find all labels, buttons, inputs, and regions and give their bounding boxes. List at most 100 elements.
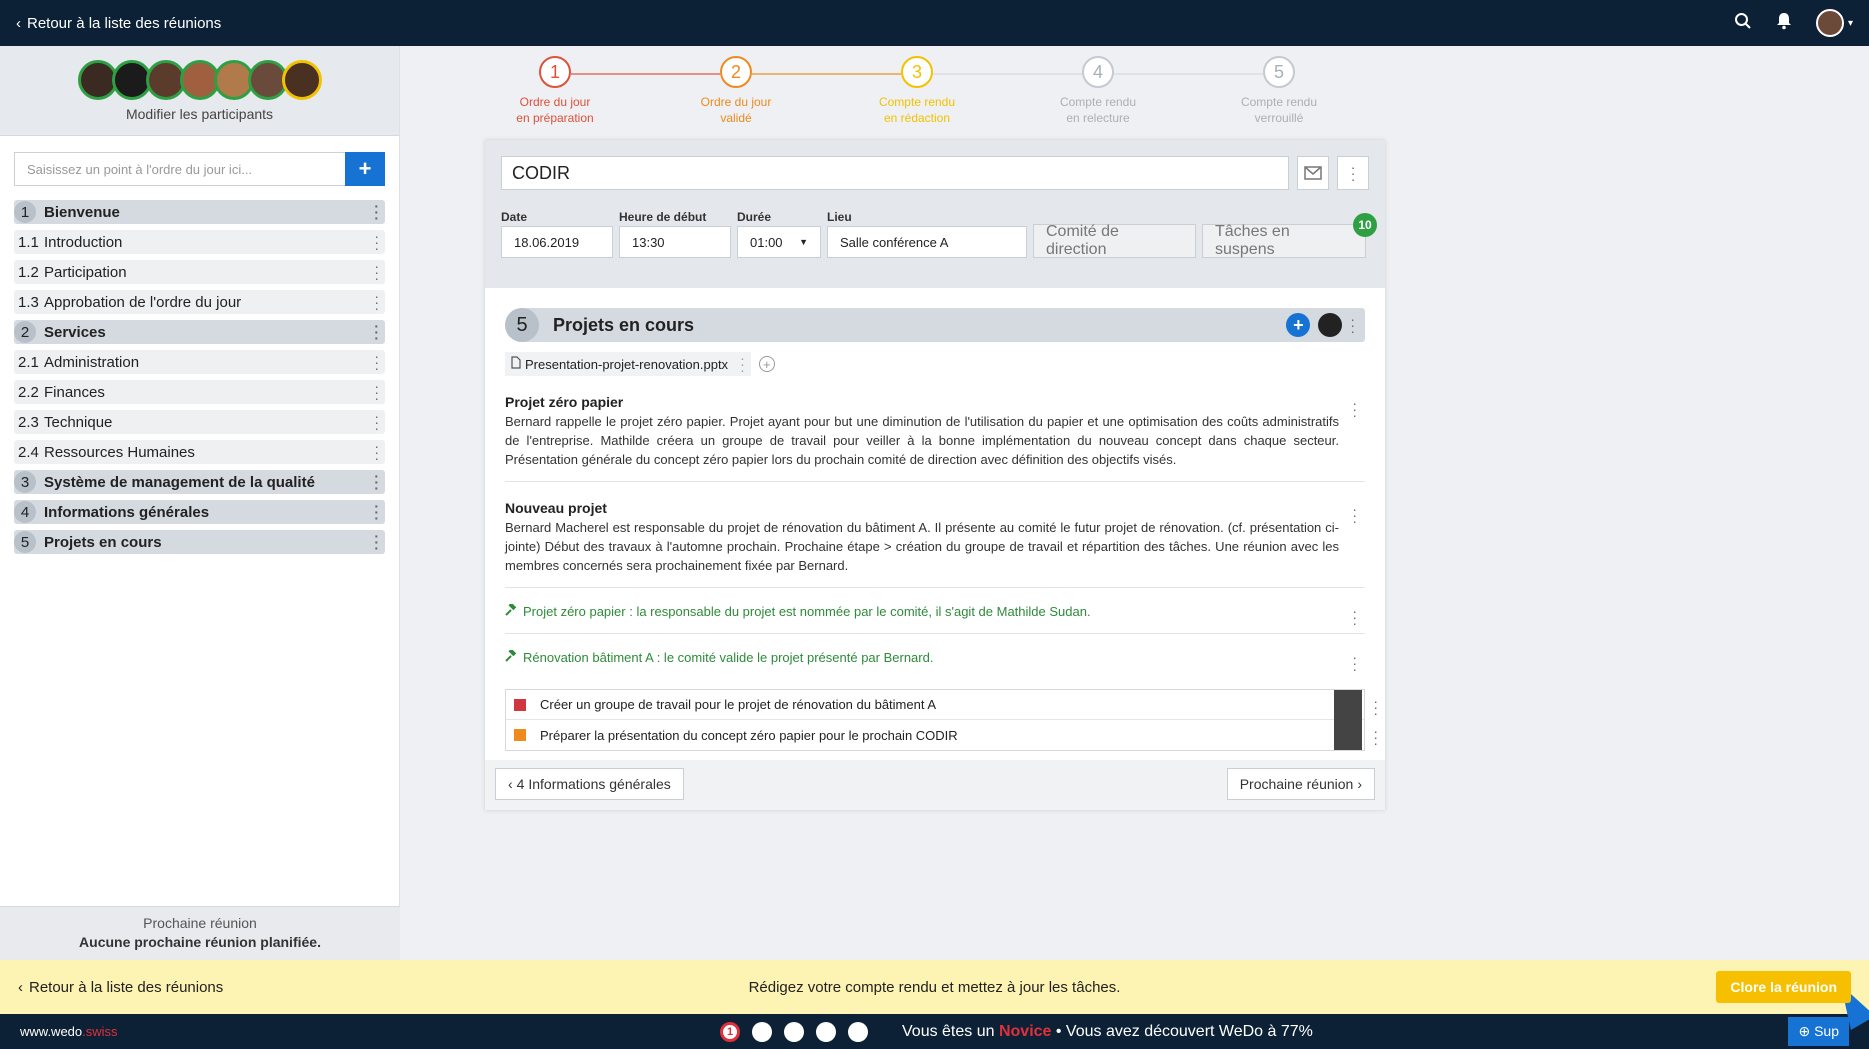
- note-block[interactable]: Projet zéro papier Bernard rappelle le pr…: [505, 394, 1365, 482]
- step-label-line1: Ordre du jour: [700, 95, 772, 109]
- bell-icon[interactable]: [1776, 12, 1792, 35]
- agenda-item-input[interactable]: [14, 152, 345, 186]
- task-status-icon[interactable]: [514, 729, 526, 741]
- progress-step-5[interactable]: [848, 1021, 868, 1042]
- step-number: 4: [1082, 56, 1114, 88]
- vertical-dots-icon[interactable]: · · ·: [1352, 650, 1357, 676]
- agenda-list: 1 Bienvenue · · · 1.1 Introduction · · · 1.2 Partic…: [0, 199, 399, 555]
- participants-panel[interactable]: Modifier les participants: [0, 46, 399, 136]
- stepper-step[interactable]: 2 Ordre du jour validé: [666, 56, 806, 126]
- top-navbar: ‹ Retour à la liste des réunions ▾: [0, 0, 1869, 46]
- add-agenda-item-button[interactable]: +: [345, 152, 385, 186]
- avatar: [281, 59, 322, 100]
- lifebuoy-icon: ⊕: [1798, 1023, 1815, 1039]
- agenda-item-number: 1: [14, 201, 36, 223]
- agenda-item[interactable]: 1.3 Approbation de l'ordre du jour · · ·: [14, 289, 385, 315]
- vertical-dots-icon[interactable]: · · ·: [1373, 724, 1378, 750]
- vertical-dots-icon[interactable]: · · ·: [374, 529, 379, 555]
- more-options-button[interactable]: · · ·: [1337, 156, 1369, 190]
- vertical-dots-icon[interactable]: · · ·: [374, 409, 379, 435]
- close-meeting-button[interactable]: Clore la réunion: [1716, 971, 1851, 1003]
- progress-step-1[interactable]: 1: [720, 1021, 740, 1042]
- stepper-step[interactable]: 1 Ordre du jour en préparation: [485, 56, 625, 126]
- attachment-file[interactable]: Presentation-projet-renovation.pptx · · ·: [505, 351, 751, 377]
- search-icon[interactable]: [1734, 12, 1752, 35]
- vertical-dots-icon[interactable]: · · ·: [1352, 502, 1357, 528]
- progress-info: 1 Vous êtes un Novice • Vous avez découv…: [720, 1021, 1313, 1042]
- decision-item[interactable]: Projet zéro papier : la responsable du p…: [505, 602, 1365, 634]
- agenda-item[interactable]: 2.4 Ressources Humaines · · ·: [14, 439, 385, 465]
- caret-down-icon: ▼: [799, 237, 808, 247]
- duration-field: Durée 01:00 ▼: [737, 210, 821, 258]
- vertical-dots-icon[interactable]: · · ·: [1352, 604, 1357, 630]
- vertical-dots-icon[interactable]: · · ·: [374, 289, 379, 315]
- agenda-item[interactable]: 2.2 Finances · · ·: [14, 379, 385, 405]
- support-button[interactable]: ⊕ Sup: [1788, 1017, 1849, 1046]
- agenda-item[interactable]: 1 Bienvenue · · ·: [14, 199, 385, 225]
- avatar[interactable]: [1318, 313, 1343, 337]
- place-input[interactable]: Salle conférence A: [827, 226, 1027, 258]
- agenda-item[interactable]: 2.1 Administration · · ·: [14, 349, 385, 375]
- meeting-title-field[interactable]: CODIR: [501, 156, 1290, 190]
- agenda-item[interactable]: 4 Informations générales · · ·: [14, 499, 385, 525]
- add-attachment-icon[interactable]: +: [758, 356, 775, 372]
- card-footer: ‹ 4 Informations générales Prochaine réu…: [485, 760, 1385, 810]
- group-button[interactable]: Comité de direction: [1033, 223, 1196, 258]
- back-to-meetings-link[interactable]: ‹ Retour à la liste des réunions: [16, 15, 221, 32]
- agenda-item[interactable]: 5 Projets en cours · · ·: [14, 529, 385, 555]
- agenda-item[interactable]: 1.1 Introduction · · ·: [14, 229, 385, 255]
- vertical-dots-icon[interactable]: · · ·: [374, 469, 379, 495]
- vertical-dots-icon[interactable]: · · ·: [374, 259, 379, 285]
- avatar[interactable]: [1334, 720, 1362, 750]
- vertical-dots-icon[interactable]: · · ·: [374, 319, 379, 345]
- step-number: 2: [720, 56, 752, 88]
- vertical-dots-icon[interactable]: · · ·: [374, 229, 379, 255]
- duration-select[interactable]: 01:00 ▼: [737, 226, 821, 258]
- date-field: Date 18.06.2019: [501, 210, 613, 258]
- task-row[interactable]: Préparer la présentation du concept zéro…: [506, 720, 1378, 750]
- email-icon[interactable]: [1297, 156, 1330, 190]
- avatar[interactable]: [1334, 690, 1362, 720]
- chevron-left-icon: ‹: [18, 978, 23, 996]
- task-row[interactable]: Créer un groupe de travail pour le proje…: [506, 690, 1378, 720]
- stepper-step[interactable]: 5 Compte rendu verrouillé: [1209, 56, 1349, 126]
- vertical-dots-icon[interactable]: · · ·: [1373, 694, 1378, 720]
- agenda-item[interactable]: 3 Système de management de la qualité · · ·: [14, 469, 385, 495]
- vertical-dots-icon[interactable]: · · ·: [374, 199, 379, 225]
- stepper-step[interactable]: 4 Compte rendu en relecture: [1028, 56, 1168, 126]
- agenda-item[interactable]: 2 Services · · ·: [14, 319, 385, 345]
- date-input[interactable]: 18.06.2019: [501, 226, 613, 258]
- vertical-dots-icon[interactable]: · · ·: [374, 499, 379, 525]
- vertical-dots-icon[interactable]: · · ·: [374, 379, 379, 405]
- note-block[interactable]: Nouveau projet Bernard Macherel est respo…: [505, 500, 1365, 588]
- agenda-item[interactable]: 2.3 Technique · · ·: [14, 409, 385, 435]
- vertical-dots-icon[interactable]: · · ·: [1352, 396, 1357, 422]
- user-menu[interactable]: ▾: [1815, 9, 1853, 37]
- action-bar: ‹ Retour à la liste des réunions Rédigez…: [0, 960, 1869, 1014]
- start-time-input[interactable]: 13:30: [619, 226, 731, 258]
- vertical-dots-icon[interactable]: · · ·: [1350, 312, 1355, 338]
- task-status-icon[interactable]: [514, 698, 526, 711]
- progress-step-4[interactable]: [816, 1021, 836, 1042]
- vertical-dots-icon[interactable]: · · ·: [374, 439, 379, 465]
- agenda-item-number: 2.2: [18, 383, 39, 401]
- progress-step-2[interactable]: [752, 1021, 772, 1042]
- next-meeting-button[interactable]: Prochaine réunion ›: [1226, 768, 1375, 800]
- previous-item-button[interactable]: ‹ 4 Informations générales: [495, 768, 684, 800]
- agenda-item[interactable]: 1.2 Participation · · ·: [14, 259, 385, 285]
- vertical-dots-icon[interactable]: · · ·: [740, 351, 745, 377]
- decision-item[interactable]: Rénovation bâtiment A : le comité valide…: [505, 648, 1365, 679]
- vertical-dots-icon: · · ·: [1350, 159, 1356, 187]
- step-label-line1: Compte rendu: [878, 95, 956, 109]
- stepper-step[interactable]: 3 Compte rendu en rédaction: [847, 56, 987, 126]
- brand-logo[interactable]: www.wedo.swiss: [20, 1024, 118, 1039]
- pending-tasks-button[interactable]: Tâches en suspens 10: [1202, 213, 1377, 258]
- back-to-meetings-link-bottom[interactable]: ‹ Retour à la liste des réunions: [18, 979, 223, 996]
- agenda-item-number: 4: [14, 501, 36, 523]
- vertical-dots-icon[interactable]: · · ·: [374, 349, 379, 375]
- progress-step-3[interactable]: [784, 1021, 804, 1042]
- step-label-line1: Compte rendu: [1059, 95, 1137, 109]
- add-content-button[interactable]: +: [1286, 313, 1311, 337]
- edit-participants-link[interactable]: Modifier les participants: [126, 106, 273, 122]
- agenda-item-label: Services: [44, 323, 106, 341]
